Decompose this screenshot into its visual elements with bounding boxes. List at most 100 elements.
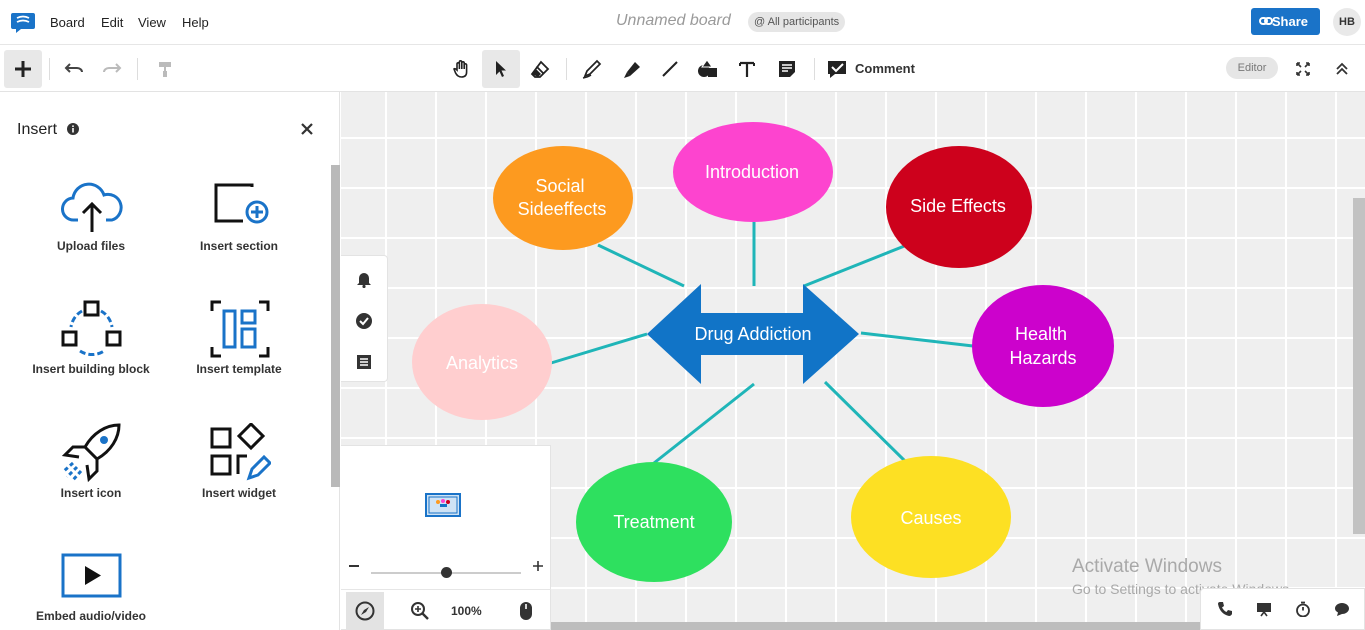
rocket-icon <box>61 423 121 483</box>
embed-audio-video-tile[interactable]: Embed audio/video <box>18 540 164 630</box>
zoom-slider-handle[interactable] <box>441 567 452 578</box>
insert-template-label: Insert template <box>196 362 282 376</box>
line-icon <box>662 61 678 77</box>
select-tool-button[interactable] <box>482 50 520 88</box>
editor-mode-badge[interactable]: Editor <box>1226 57 1278 79</box>
pen-tool-button[interactable] <box>573 50 611 88</box>
center-label: Drug Addiction <box>694 324 811 344</box>
upload-files-label: Upload files <box>56 239 125 253</box>
menu-help[interactable]: Help <box>182 0 209 45</box>
format-painter-button[interactable] <box>146 50 184 88</box>
info-icon[interactable] <box>67 123 79 135</box>
insert-icon-tile[interactable]: Insert icon <box>18 417 164 527</box>
shapes-icon <box>698 59 717 77</box>
node-label: Analytics <box>446 353 518 373</box>
cursor-arrow-icon <box>496 61 506 77</box>
phone-icon[interactable] <box>1217 601 1235 619</box>
bottom-right-toolbar <box>1200 588 1365 630</box>
side-mini-toolbar <box>341 255 388 382</box>
canvas-vertical-scrollbar[interactable] <box>1353 198 1365 534</box>
hand-icon <box>453 60 468 78</box>
compass-icon <box>355 601 375 621</box>
connector-line <box>823 380 909 465</box>
text-tool-button[interactable] <box>728 50 766 88</box>
node-social-sideeffects[interactable] <box>493 146 633 250</box>
menu-bar: Board Edit View Help Unnamed board @ All… <box>0 0 1365 45</box>
navigate-compass-button[interactable] <box>346 592 384 630</box>
insert-template-tile[interactable]: Insert template <box>166 293 312 403</box>
connector-line <box>597 243 685 288</box>
menu-board[interactable]: Board <box>50 0 85 45</box>
insert-panel-title: Insert <box>17 121 58 138</box>
connector-line <box>550 332 648 365</box>
connector-line <box>803 243 908 288</box>
canvas-horizontal-scrollbar[interactable] <box>550 622 1200 630</box>
share-button[interactable]: Share <box>1251 8 1320 35</box>
node-label: Causes <box>900 508 961 528</box>
collapse-toolbar-button[interactable] <box>1323 50 1361 88</box>
zoom-percentage[interactable]: 100% <box>451 604 482 618</box>
insert-plus-button[interactable] <box>4 50 42 88</box>
widget-icon <box>210 423 271 481</box>
building-block-icon <box>61 300 122 356</box>
menu-edit[interactable]: Edit <box>101 0 123 45</box>
hand-tool-button[interactable] <box>443 50 481 88</box>
timer-stopwatch-icon[interactable] <box>1295 601 1313 619</box>
panel-scrollbar[interactable] <box>331 165 340 487</box>
node-label: Sideeffects <box>518 199 607 219</box>
shapes-tool-button[interactable] <box>689 50 727 88</box>
embed-audio-video-label: Embed audio/video <box>35 609 146 623</box>
sticky-note-tool-button[interactable] <box>768 50 806 88</box>
insert-icon-label: Insert icon <box>60 486 122 500</box>
zoom-magnifier-button[interactable] <box>401 592 439 630</box>
node-label: Social <box>535 176 584 196</box>
upload-files-tile[interactable]: Upload files <box>18 170 164 280</box>
close-icon[interactable] <box>300 122 314 136</box>
pen-icon <box>582 59 602 79</box>
link-icon <box>1259 17 1273 25</box>
connector-line <box>860 331 974 348</box>
sticky-note-icon <box>779 61 795 77</box>
insert-building-block-tile[interactable]: Insert building block <box>18 293 164 403</box>
minimap-viewport-thumbnail[interactable] <box>425 493 461 517</box>
check-circle-icon[interactable] <box>355 312 373 330</box>
zoom-in-magnifier-icon <box>411 602 429 620</box>
node-label: Side Effects <box>910 196 1006 216</box>
board-title[interactable]: Unnamed board <box>616 12 731 30</box>
insert-section-label: Insert section <box>199 239 279 253</box>
avatar[interactable]: HB <box>1333 8 1361 36</box>
notification-bell-icon[interactable] <box>355 270 373 289</box>
app-logo-icon[interactable] <box>10 10 36 34</box>
highlighter-icon <box>624 62 640 78</box>
template-icon <box>210 300 270 358</box>
insert-widget-tile[interactable]: Insert widget <box>166 417 312 527</box>
play-video-icon <box>61 553 122 598</box>
node-label: Introduction <box>705 162 799 182</box>
redo-button[interactable] <box>93 50 131 88</box>
text-t-icon <box>739 61 755 77</box>
format-painter-icon <box>159 62 171 77</box>
zoom-out-minus-icon[interactable] <box>349 565 359 567</box>
highlighter-tool-button[interactable] <box>612 50 650 88</box>
comment-tool-button[interactable] <box>818 50 856 88</box>
menu-view[interactable]: View <box>138 0 166 45</box>
insert-building-block-label: Insert building block <box>32 362 150 376</box>
presentation-icon[interactable] <box>1256 601 1274 619</box>
undo-button[interactable] <box>55 50 93 88</box>
notes-list-icon[interactable] <box>355 353 373 371</box>
node-health-hazards[interactable] <box>972 285 1114 407</box>
comment-label[interactable]: Comment <box>855 61 915 76</box>
node-label: Hazards <box>1009 348 1076 368</box>
zoom-in-plus-icon[interactable] <box>533 561 543 571</box>
chat-bubble-icon[interactable] <box>1334 601 1352 619</box>
participants-badge[interactable]: @ All participants <box>748 12 846 32</box>
activate-windows-watermark: Activate Windows <box>1072 556 1222 577</box>
insert-section-tile[interactable]: Insert section <box>166 170 312 280</box>
minimap-panel: 100% <box>341 445 551 630</box>
line-tool-button[interactable] <box>651 50 689 88</box>
mouse-mode-button[interactable] <box>507 592 545 630</box>
mouse-icon <box>520 602 532 620</box>
fullscreen-button[interactable] <box>1284 50 1322 88</box>
minimap-footer: 100% <box>341 589 551 630</box>
eraser-tool-button[interactable] <box>521 50 559 88</box>
